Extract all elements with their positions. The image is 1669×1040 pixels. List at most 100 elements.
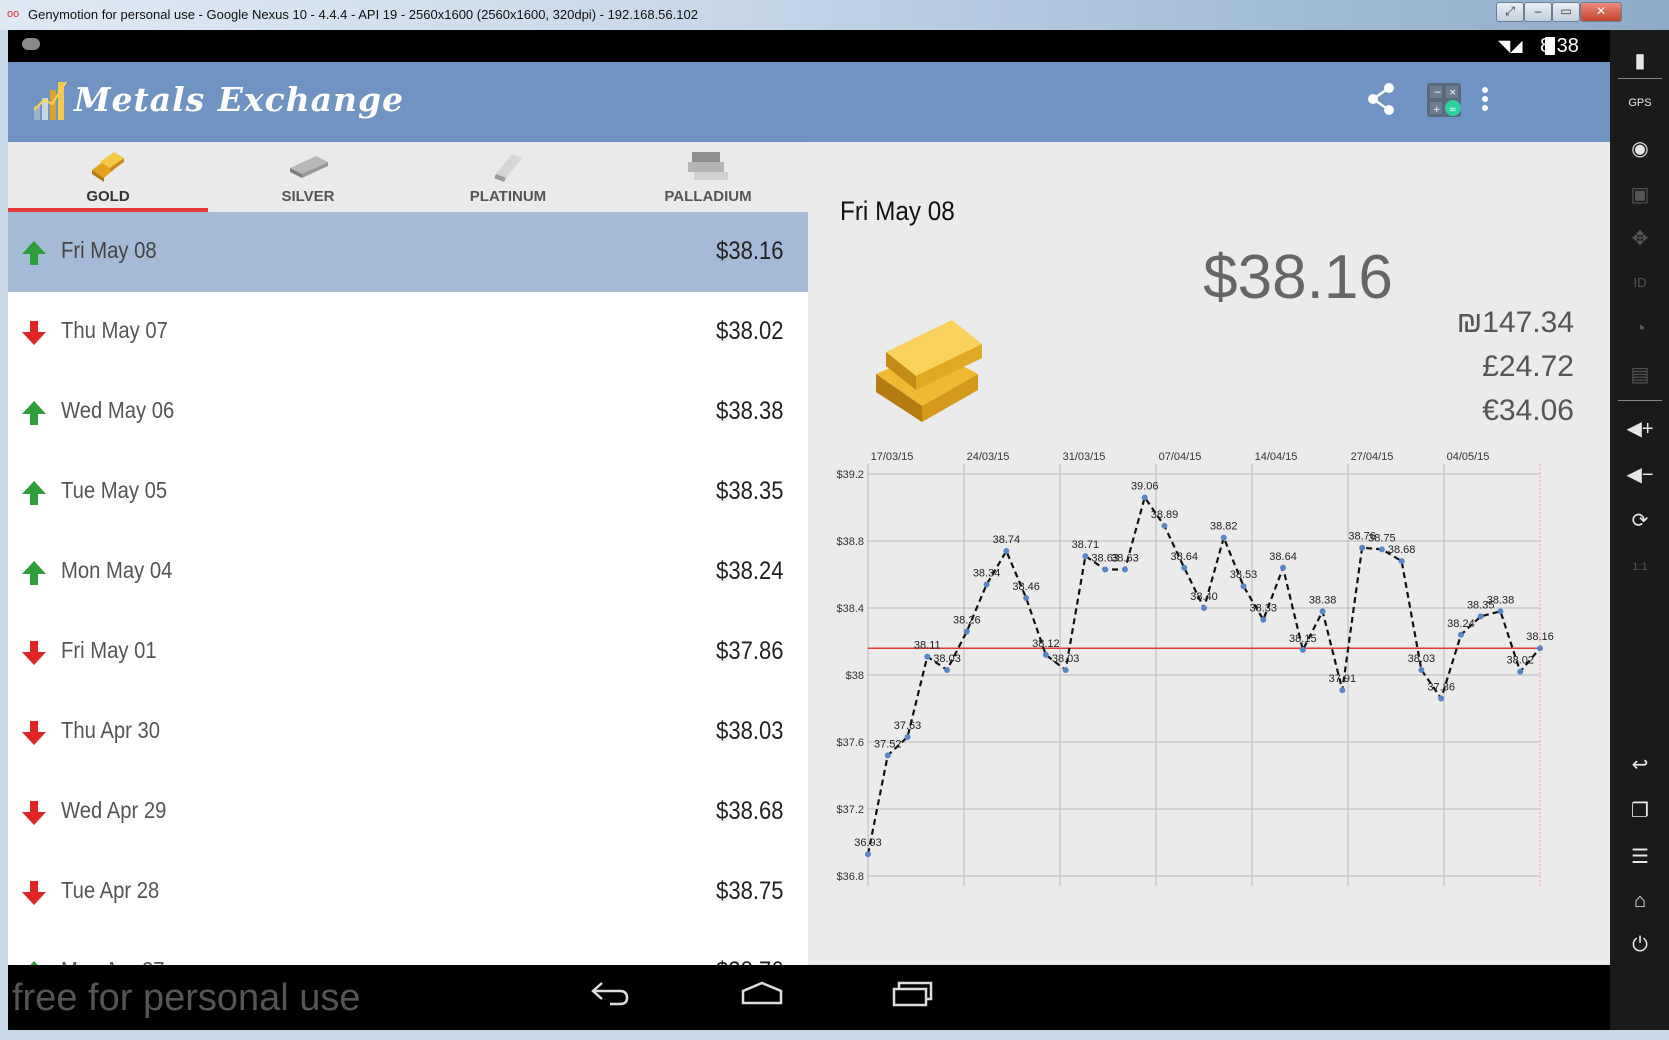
detail-price: $38.16 — [1203, 243, 1393, 312]
window-frame-left — [0, 30, 8, 1040]
close-button[interactable]: ✕ — [1580, 2, 1622, 22]
data-point — [1398, 558, 1405, 565]
home-button-icon[interactable] — [740, 979, 784, 1007]
battery-widget-icon[interactable]: ▮ — [1626, 48, 1654, 74]
data-label: 37.91 — [1329, 673, 1357, 685]
tab-silver[interactable]: SILVER — [208, 142, 408, 212]
data-point — [1161, 522, 1168, 529]
list-item[interactable]: Thu Apr 30 $38.03 — [8, 692, 808, 772]
row-price: $38.03 — [715, 717, 783, 745]
data-point — [1299, 646, 1306, 653]
genymotion-logo-icon: oo — [7, 8, 20, 20]
maximize-button[interactable]: ▭ — [1552, 2, 1580, 22]
minimize-button[interactable]: ‒ — [1524, 2, 1552, 22]
y-tick-label: $38 — [846, 670, 864, 682]
weather-cloud-icon — [22, 38, 40, 50]
list-item[interactable]: Wed May 06 $38.38 — [8, 372, 808, 452]
remote-control-icon[interactable]: ✥ — [1626, 226, 1654, 252]
list-item[interactable]: Mon May 04 $38.24 — [8, 532, 808, 612]
down-arrow-icon — [22, 721, 46, 745]
platinum-bar-icon — [494, 154, 522, 182]
tab-palladium[interactable]: PALLADIUM — [608, 142, 808, 212]
list-item[interactable]: Wed Apr 29 $38.68 — [8, 772, 808, 852]
device-id-icon[interactable]: ID — [1626, 270, 1654, 296]
row-price: $38.24 — [715, 557, 783, 585]
window-frame-bottom — [0, 1030, 1669, 1040]
list-item[interactable]: Tue May 05 $38.35 — [8, 452, 808, 532]
metal-tabs: GOLD SILVER PLATINUM PALLADIUM — [8, 142, 808, 212]
data-label: 38.33 — [1250, 603, 1278, 615]
up-arrow-icon — [22, 561, 46, 585]
row-date: Tue Apr 28 — [61, 877, 160, 903]
data-point — [944, 666, 951, 673]
volume-down-icon[interactable]: ◀− — [1626, 462, 1654, 488]
data-point — [963, 628, 970, 635]
down-arrow-icon — [22, 801, 46, 825]
data-point — [1201, 605, 1207, 611]
tab-gold[interactable]: GOLD — [8, 142, 208, 212]
power-icon[interactable]: ⏻ — [1626, 932, 1654, 958]
data-point — [1240, 583, 1247, 590]
detail-date: Fri May 08 — [840, 196, 955, 226]
back-icon[interactable]: ↩ — [1626, 752, 1654, 778]
webcam-icon[interactable]: ◉ — [1626, 136, 1654, 162]
recent-apps-button-icon[interactable] — [890, 979, 934, 1007]
y-tick-label: $37.6 — [836, 737, 864, 749]
menu-icon[interactable]: ☰ — [1626, 844, 1654, 870]
data-point — [1023, 594, 1030, 601]
data-point — [1517, 668, 1524, 675]
data-point — [1497, 608, 1504, 615]
data-label: 38.38 — [1309, 594, 1337, 606]
tab-silver-label: SILVER — [281, 188, 335, 205]
recent-apps-icon[interactable]: ❐ — [1626, 798, 1654, 824]
data-point — [1438, 695, 1445, 702]
x-tick-label: 31/03/15 — [1063, 451, 1106, 463]
data-label: 38.53 — [1230, 569, 1258, 581]
divider — [1618, 400, 1662, 401]
emulator-screen: ◥◢ 8:38 Metals Exchange − × + = GOLD SIL… — [8, 30, 1610, 1030]
data-label: 38.03 — [933, 653, 961, 665]
price-list[interactable]: Fri May 08 $38.16 Thu May 07 $38.02 Wed … — [8, 212, 808, 1030]
data-point — [884, 752, 891, 759]
app-title: Metals Exchange — [74, 80, 405, 119]
data-point — [1457, 631, 1464, 638]
data-point — [1418, 666, 1425, 673]
y-tick-label: $38.8 — [836, 536, 864, 548]
volume-up-icon[interactable]: ◀+ — [1626, 416, 1654, 442]
overflow-menu-icon[interactable] — [1480, 82, 1490, 116]
data-label: 38.89 — [1151, 509, 1179, 521]
up-arrow-icon — [22, 401, 46, 425]
tab-platinum[interactable]: PLATINUM — [408, 142, 608, 212]
up-arrow-icon — [22, 481, 46, 505]
tab-gold-label: GOLD — [86, 188, 130, 205]
rss-icon[interactable]: ◔ — [1626, 316, 1654, 342]
rotate-icon[interactable]: ⟳ — [1626, 508, 1654, 534]
gps-icon[interactable]: GPS — [1626, 90, 1654, 116]
back-button-icon[interactable] — [590, 979, 630, 1007]
wifi-signal-icon: ◥◢ — [1498, 38, 1523, 55]
screencast-icon[interactable]: ▣ — [1626, 182, 1654, 208]
share-icon[interactable] — [1366, 82, 1396, 116]
data-label: 37.52 — [874, 738, 902, 750]
gold-bars-image — [876, 320, 982, 422]
list-item[interactable]: Thu May 07 $38.02 — [8, 292, 808, 372]
down-arrow-icon — [22, 641, 46, 665]
data-label: 38.02 — [1506, 655, 1534, 667]
home-icon[interactable]: ⌂ — [1626, 888, 1654, 914]
price-gbp: £24.72 — [1482, 350, 1574, 383]
sms-icon[interactable]: ▤ — [1626, 362, 1654, 388]
list-item[interactable]: Tue Apr 28 $38.75 — [8, 852, 808, 932]
row-date: Thu May 07 — [61, 317, 168, 343]
data-label: 38.46 — [1012, 581, 1040, 593]
row-date: Tue May 05 — [61, 477, 168, 503]
data-label: 38.15 — [1289, 633, 1317, 645]
x-tick-label: 24/03/15 — [967, 451, 1010, 463]
pixel-perfect-icon[interactable]: 1:1 — [1626, 554, 1654, 580]
fullscreen-button[interactable]: ⤢ — [1496, 2, 1524, 22]
list-item[interactable]: Fri May 08 $38.16 — [8, 212, 808, 292]
data-point — [1082, 553, 1089, 560]
calculator-icon[interactable]: − × + = — [1426, 82, 1462, 118]
data-point — [1477, 613, 1484, 620]
gold-bars-icon — [92, 152, 124, 182]
list-item[interactable]: Fri May 01 $37.86 — [8, 612, 808, 692]
